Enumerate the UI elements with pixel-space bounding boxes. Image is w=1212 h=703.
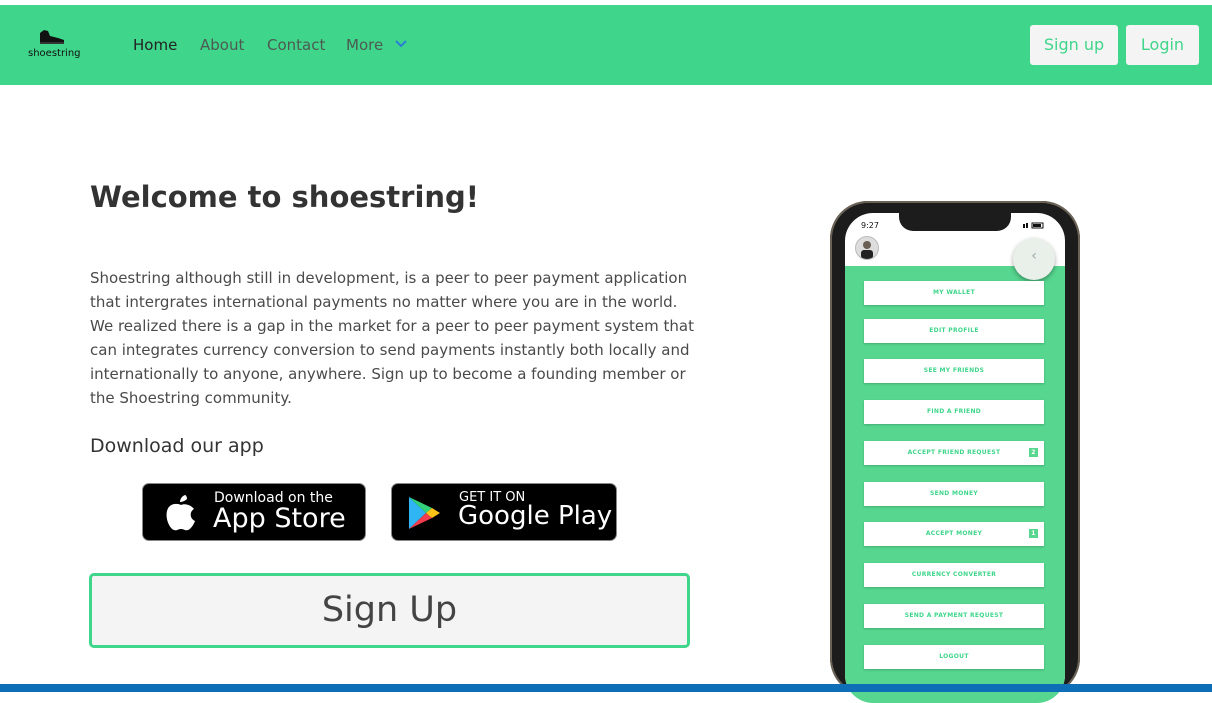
nav-more[interactable]: More	[346, 36, 383, 54]
menu-label: SEE MY FRIENDS	[923, 367, 985, 374]
login-nav-button[interactable]: Login	[1126, 25, 1199, 65]
logo-text: shoestring	[28, 48, 81, 59]
sneaker-icon	[40, 30, 64, 44]
nav-home[interactable]: Home	[133, 36, 177, 54]
menu-label: FIND A FRIEND	[926, 408, 982, 415]
menu-currency-converter[interactable]: CURRENCY CONVERTER	[864, 563, 1044, 587]
phone-mockup: 9:27 ‹ MY WALLET EDIT PROFILE SEE MY FRI…	[830, 201, 1080, 703]
phone-time: 9:27	[861, 221, 879, 230]
menu-label: ACCEPT MONEY	[925, 530, 983, 537]
avatar-person-icon	[861, 241, 873, 259]
apple-icon	[166, 495, 195, 531]
menu-label: LOGOUT	[939, 653, 969, 660]
app-store-big-text: App Store	[213, 503, 346, 534]
count-badge: 1	[1029, 529, 1038, 538]
phone-notch	[899, 213, 1011, 231]
menu-label: SEND A PAYMENT REQUEST	[904, 612, 1004, 619]
menu-accept-money[interactable]: ACCEPT MONEY 1	[864, 522, 1044, 546]
menu-send-payment-request[interactable]: SEND A PAYMENT REQUEST	[864, 604, 1044, 628]
google-play-icon	[409, 497, 440, 529]
status-bar	[0, 684, 1212, 692]
menu-see-my-friends[interactable]: SEE MY FRIENDS	[864, 359, 1044, 383]
chevron-down-icon[interactable]	[395, 40, 407, 48]
phone-menu-panel: ‹ MY WALLET EDIT PROFILE SEE MY FRIENDS …	[845, 238, 1065, 703]
google-play-badge[interactable]: GET IT ON Google Play	[391, 483, 617, 541]
menu-my-wallet[interactable]: MY WALLET	[864, 281, 1044, 305]
back-icon[interactable]: ‹	[1013, 238, 1055, 280]
menu-label: MY WALLET	[933, 289, 975, 296]
menu-label: CURRENCY CONVERTER	[911, 571, 997, 578]
logo[interactable]: shoestring	[26, 29, 82, 65]
page-title: Welcome to shoestring!	[90, 180, 480, 214]
app-store-badge[interactable]: Download on the App Store	[142, 483, 366, 541]
navbar: shoestring Home About Contact More Sign …	[0, 5, 1212, 85]
nav-contact[interactable]: Contact	[267, 36, 325, 54]
nav-about[interactable]: About	[200, 36, 244, 54]
count-badge: 2	[1029, 448, 1038, 457]
menu-logout[interactable]: LOGOUT	[864, 645, 1044, 669]
signup-button[interactable]: Sign Up	[89, 573, 690, 648]
avatar[interactable]	[855, 236, 879, 260]
google-play-big-text: Google Play	[458, 501, 613, 531]
menu-send-money[interactable]: SEND MONEY	[864, 482, 1044, 506]
menu-edit-profile[interactable]: EDIT PROFILE	[864, 319, 1044, 343]
phone-screen: 9:27 ‹ MY WALLET EDIT PROFILE SEE MY FRI…	[845, 213, 1065, 703]
signup-nav-button[interactable]: Sign up	[1030, 25, 1118, 65]
menu-label: SEND MONEY	[929, 490, 979, 497]
menu-find-a-friend[interactable]: FIND A FRIEND	[864, 400, 1044, 424]
menu-label: ACCEPT FRIEND REQUEST	[907, 449, 1001, 456]
menu-accept-friend-request[interactable]: ACCEPT FRIEND REQUEST 2	[864, 441, 1044, 465]
hero-description: Shoestring although still in development…	[90, 269, 694, 407]
battery-icon	[1023, 222, 1044, 229]
phone-status-icons	[1023, 222, 1045, 231]
menu-label: EDIT PROFILE	[929, 327, 979, 334]
download-title: Download our app	[90, 435, 264, 457]
